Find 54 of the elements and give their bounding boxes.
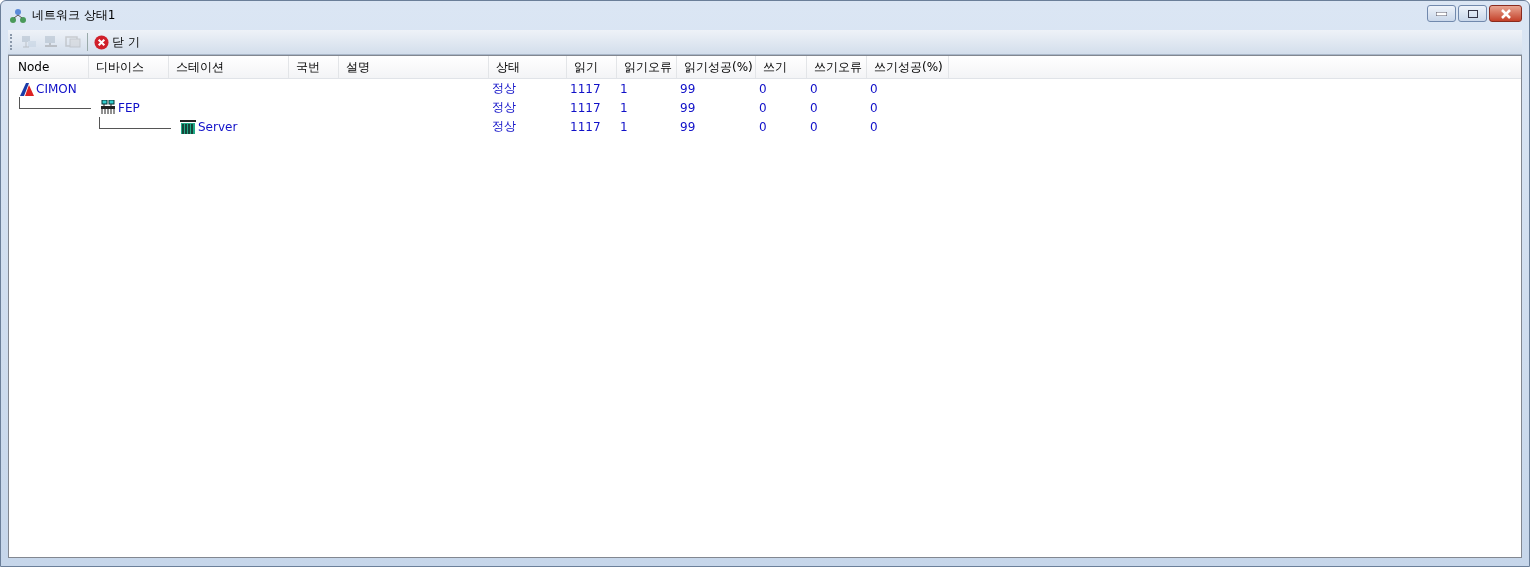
table-cell: 1117 (570, 119, 601, 134)
restore-button[interactable] (1458, 5, 1487, 22)
table-cell: 1117 (570, 100, 601, 115)
close-button[interactable] (1489, 5, 1522, 22)
table-cell: 0 (870, 81, 878, 96)
column-header[interactable]: 읽기오류 (617, 56, 677, 78)
network-icon (21, 35, 37, 49)
column-header[interactable]: 쓰기성공(%) (867, 56, 949, 78)
table-cell: 0 (759, 81, 767, 96)
column-header[interactable]: 읽기 (567, 56, 617, 78)
minimize-icon (1436, 11, 1447, 16)
monitor-icon (65, 35, 81, 49)
column-header[interactable]: 쓰기오류 (807, 56, 867, 78)
column-header[interactable]: 디바이스 (89, 56, 169, 78)
table-cell: 0 (870, 100, 878, 115)
column-header[interactable]: 스테이션 (169, 56, 289, 78)
table-cell: 99 (680, 81, 696, 96)
table-cell: 0 (810, 119, 818, 134)
column-header[interactable]: 쓰기 (756, 56, 807, 78)
table-cell: 0 (759, 100, 767, 115)
network-hub-icon (100, 99, 116, 116)
tree-item[interactable]: CIMON (36, 81, 77, 96)
table-cell: 정상 (492, 119, 516, 133)
minimize-button[interactable] (1427, 5, 1456, 22)
table-cell: 1 (620, 81, 628, 96)
table-cell: 정상 (492, 100, 516, 114)
tree-item[interactable]: Server (198, 119, 238, 134)
network-icon (10, 7, 26, 24)
table-cell: 1117 (570, 81, 601, 96)
column-header[interactable]: 국번 (289, 56, 339, 78)
table-cell: 99 (680, 100, 696, 115)
tree-connector-line (99, 116, 171, 129)
logo-icon (20, 81, 34, 96)
table-cell: 0 (810, 100, 818, 115)
column-header[interactable]: 읽기성공(%) (677, 56, 756, 78)
close-icon (94, 34, 109, 50)
tree-connector-line (19, 96, 91, 109)
column-header[interactable]: Node (11, 56, 89, 78)
column-header[interactable]: 상태 (489, 56, 567, 78)
tree-item[interactable]: FEP (118, 100, 140, 115)
window-title: 네트워크 상태1 (32, 7, 116, 24)
close-icon (1499, 8, 1512, 19)
column-header[interactable]: 설명 (339, 56, 489, 78)
table-cell: 0 (810, 81, 818, 96)
network-icon (43, 35, 59, 49)
close-button[interactable]: 닫 기 (92, 32, 142, 52)
table-cell: 0 (870, 119, 878, 134)
table-cell: 1 (620, 100, 628, 115)
server-rack-icon (180, 119, 196, 134)
table-cell: 0 (759, 119, 767, 134)
table-cell: 1 (620, 119, 628, 134)
table-cell: 99 (680, 119, 696, 134)
restore-icon (1467, 9, 1478, 18)
table-cell: 정상 (492, 81, 516, 95)
